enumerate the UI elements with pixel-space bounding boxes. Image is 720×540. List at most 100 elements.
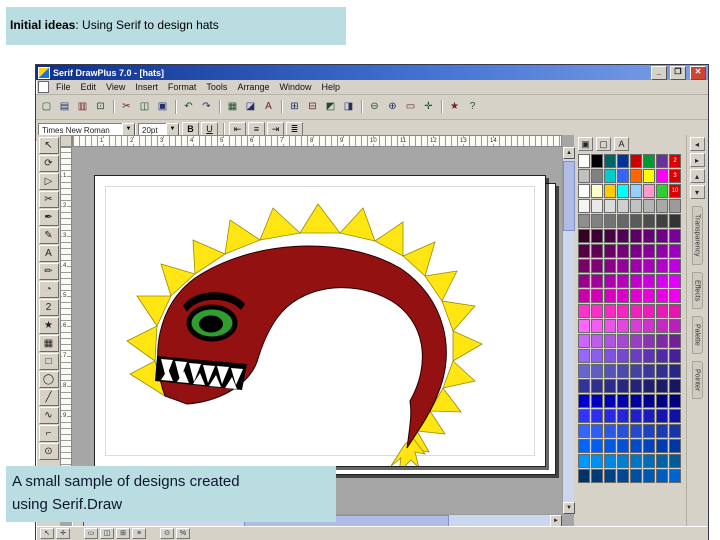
- color-swatch[interactable]: [630, 259, 642, 273]
- color-swatch[interactable]: [578, 244, 590, 258]
- color-swatch[interactable]: [591, 184, 603, 198]
- color-swatch[interactable]: [669, 349, 681, 363]
- menu-tools[interactable]: Tools: [201, 81, 232, 93]
- rotate-tool[interactable]: ⟳: [38, 155, 59, 172]
- connector-tool[interactable]: ⌐: [38, 425, 59, 442]
- color-swatch[interactable]: [578, 454, 590, 468]
- color-swatch[interactable]: [591, 334, 603, 348]
- color-swatch[interactable]: [604, 244, 616, 258]
- color-swatch[interactable]: [630, 454, 642, 468]
- color-swatch[interactable]: [669, 409, 681, 423]
- vertical-scrollbar[interactable]: ▲ ▼: [562, 147, 575, 514]
- status-pan-icon[interactable]: ✛: [56, 528, 70, 539]
- color-swatch[interactable]: [656, 424, 668, 438]
- color-swatch[interactable]: [604, 214, 616, 228]
- color-swatch[interactable]: [656, 229, 668, 243]
- color-swatch[interactable]: [669, 469, 681, 483]
- color-swatch[interactable]: [617, 379, 629, 393]
- color-swatch[interactable]: [630, 364, 642, 378]
- color-swatch[interactable]: [604, 304, 616, 318]
- color-swatch[interactable]: [578, 349, 590, 363]
- document-viewport[interactable]: [72, 147, 562, 514]
- color-swatch[interactable]: [630, 274, 642, 288]
- color-swatch[interactable]: [643, 169, 655, 183]
- color-swatch[interactable]: [578, 394, 590, 408]
- color-swatch[interactable]: [578, 169, 590, 183]
- color-swatch[interactable]: [591, 469, 603, 483]
- color-swatch[interactable]: [630, 349, 642, 363]
- color-swatch[interactable]: [617, 304, 629, 318]
- color-swatch[interactable]: [591, 304, 603, 318]
- color-swatch[interactable]: [643, 289, 655, 303]
- color-swatch[interactable]: [604, 229, 616, 243]
- color-swatch[interactable]: [604, 319, 616, 333]
- menu-window[interactable]: Window: [274, 81, 316, 93]
- color-swatch[interactable]: [604, 154, 616, 168]
- color-swatch[interactable]: [656, 169, 668, 183]
- color-swatch[interactable]: [604, 454, 616, 468]
- color-swatch[interactable]: [669, 439, 681, 453]
- quickshape-tool[interactable]: 2: [38, 299, 59, 316]
- color-swatch[interactable]: [604, 394, 616, 408]
- color-swatch[interactable]: [643, 259, 655, 273]
- line-mode-icon[interactable]: ▢: [596, 137, 611, 151]
- restore-button[interactable]: ❐: [670, 65, 686, 80]
- color-swatch[interactable]: [578, 319, 590, 333]
- color-swatch[interactable]: [643, 274, 655, 288]
- color-swatch[interactable]: [617, 424, 629, 438]
- color-swatch[interactable]: [656, 184, 668, 198]
- color-swatch[interactable]: [669, 319, 681, 333]
- color-swatch[interactable]: [591, 154, 603, 168]
- color-swatch[interactable]: [656, 214, 668, 228]
- color-swatch[interactable]: [591, 364, 603, 378]
- color-swatch[interactable]: [617, 274, 629, 288]
- text-color-icon[interactable]: A: [614, 137, 629, 151]
- color-swatch[interactable]: [578, 184, 590, 198]
- color-swatch[interactable]: [591, 259, 603, 273]
- color-swatch[interactable]: [617, 184, 629, 198]
- print-icon[interactable]: ⊡: [92, 99, 109, 115]
- vertical-scroll-thumb[interactable]: [563, 161, 575, 231]
- color-swatch[interactable]: [643, 184, 655, 198]
- color-swatch[interactable]: [604, 274, 616, 288]
- color-swatch[interactable]: [604, 334, 616, 348]
- color-swatch[interactable]: [617, 154, 629, 168]
- color-swatch[interactable]: [630, 169, 642, 183]
- color-swatch[interactable]: [591, 199, 603, 213]
- horizontal-ruler[interactable]: 1 2 3 4 5 6 7 8 9 10 11 12 13 14: [72, 135, 562, 147]
- color-swatch[interactable]: [643, 154, 655, 168]
- pointer-tool[interactable]: ↖: [38, 137, 59, 154]
- color-swatch[interactable]: [643, 454, 655, 468]
- color-swatch[interactable]: [630, 289, 642, 303]
- color-swatch[interactable]: [669, 289, 681, 303]
- color-swatch[interactable]: [617, 244, 629, 258]
- curve-tool[interactable]: ∿: [38, 407, 59, 424]
- color-swatch[interactable]: [604, 259, 616, 273]
- color-swatch[interactable]: [578, 289, 590, 303]
- color-swatch[interactable]: [591, 379, 603, 393]
- color-swatch[interactable]: [578, 424, 590, 438]
- color-swatch[interactable]: [630, 244, 642, 258]
- color-swatch[interactable]: [630, 424, 642, 438]
- menu-edit[interactable]: Edit: [76, 81, 102, 93]
- studio-tab-transparency[interactable]: Transparency: [691, 206, 703, 265]
- group-icon[interactable]: ⊞: [286, 99, 303, 115]
- color-swatch[interactable]: [617, 349, 629, 363]
- color-swatch[interactable]: [630, 469, 642, 483]
- status-grid-icon[interactable]: ⊞: [116, 528, 130, 539]
- color-swatch[interactable]: [578, 439, 590, 453]
- color-swatch[interactable]: [604, 199, 616, 213]
- color-swatch[interactable]: [669, 334, 681, 348]
- color-swatch[interactable]: [656, 334, 668, 348]
- pencil-tool[interactable]: ✎: [38, 227, 59, 244]
- studio-down-icon[interactable]: ▾: [689, 185, 705, 199]
- color-swatch[interactable]: [669, 304, 681, 318]
- color-swatch[interactable]: [630, 439, 642, 453]
- color-swatch[interactable]: [643, 424, 655, 438]
- color-swatch[interactable]: [643, 394, 655, 408]
- color-swatch[interactable]: [604, 364, 616, 378]
- color-swatch[interactable]: [591, 169, 603, 183]
- color-swatch[interactable]: [578, 154, 590, 168]
- color-swatch[interactable]: [656, 394, 668, 408]
- color-swatch[interactable]: [656, 469, 668, 483]
